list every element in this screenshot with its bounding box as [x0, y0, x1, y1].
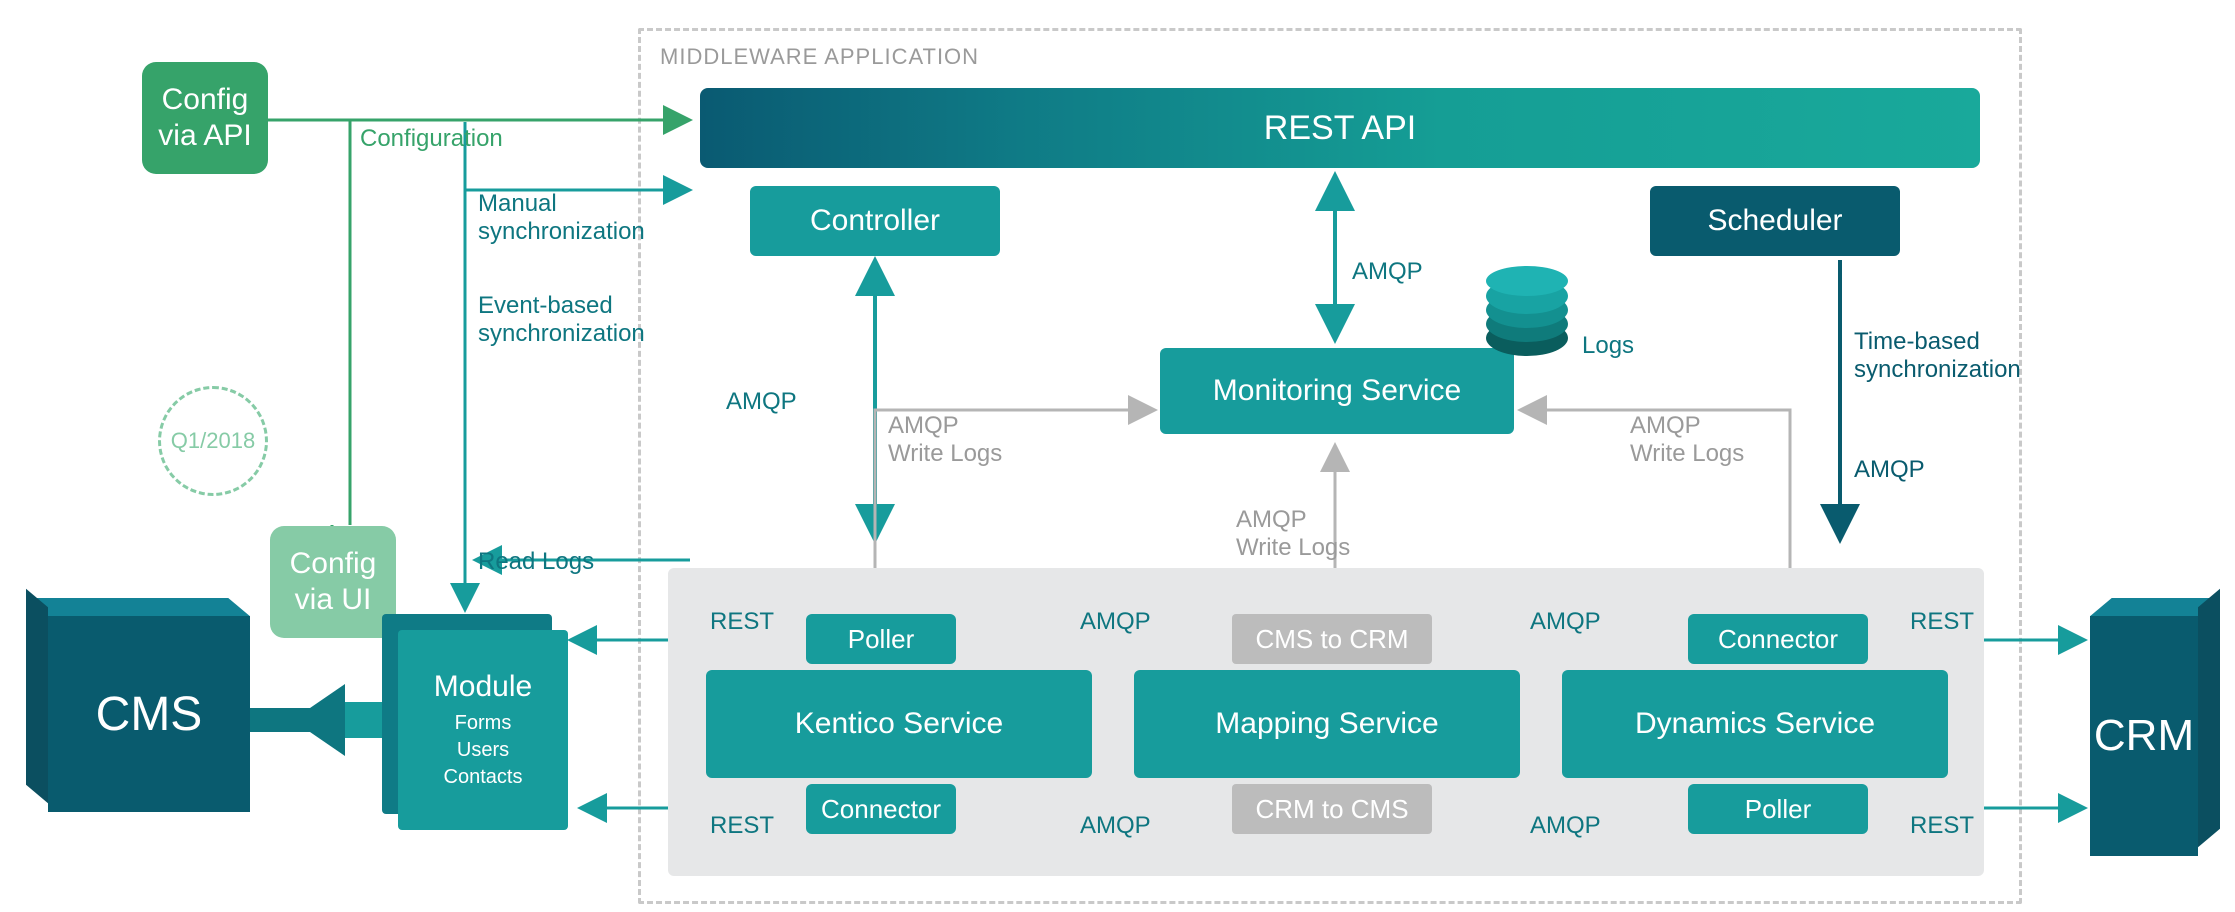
module-sub-forms: Forms [444, 710, 523, 737]
amqp-label-4: AMQP [1530, 812, 1601, 840]
event-sync-label: Event-based synchronization [478, 292, 645, 348]
dynamics-connector-label: Connector [1718, 624, 1838, 655]
kentico-connector-label: Connector [821, 794, 941, 825]
scheduler-box: Scheduler [1650, 186, 1900, 256]
dynamics-label: Dynamics Service [1635, 707, 1875, 741]
read-logs-label: Read Logs [478, 548, 594, 576]
config-api-label: Config via API [158, 82, 251, 154]
rest-api-label: REST API [1264, 109, 1416, 148]
cms-cube: CMS [48, 616, 250, 812]
module-title: Module [434, 670, 532, 704]
controller-box: Controller [750, 186, 1000, 256]
config-via-ui-box: Config via UI [270, 526, 396, 638]
config-ui-label: Config via UI [290, 546, 377, 618]
write-logs-right-label: AMQP Write Logs [1630, 412, 1744, 468]
q1-2018-label: Q1/2018 [171, 428, 255, 454]
rest-label-3: REST [710, 812, 774, 840]
amqp-monitoring-label: AMQP [1352, 258, 1423, 286]
amqp-label-1: AMQP [1080, 608, 1151, 636]
controller-label: Controller [810, 204, 940, 238]
cms-label: CMS [96, 687, 203, 742]
rest-label-1: REST [710, 608, 774, 636]
rest-label-4: REST [1910, 812, 1974, 840]
scheduler-label: Scheduler [1707, 204, 1842, 238]
rest-api-bar: REST API [700, 88, 1980, 168]
write-logs-left-label: AMQP Write Logs [888, 412, 1002, 468]
configuration-label: Configuration [360, 125, 503, 153]
config-via-api-box: Config via API [142, 62, 268, 174]
cms-to-crm-box: CMS to CRM [1232, 614, 1432, 664]
module-sub-users: Users [444, 737, 523, 764]
crm-cube: CRM [2090, 616, 2198, 856]
kentico-connector-box: Connector [806, 784, 956, 834]
amqp-label-2: AMQP [1530, 608, 1601, 636]
dynamics-poller-box: Poller [1688, 784, 1868, 834]
crm-label: CRM [2094, 711, 2194, 761]
crm-to-cms-box: CRM to CMS [1232, 784, 1432, 834]
module-box: Module Forms Users Contacts [398, 630, 568, 830]
logs-label: Logs [1582, 332, 1634, 360]
kentico-service-box: Kentico Service [706, 670, 1092, 778]
cms-module-connector-icon [250, 680, 400, 760]
kentico-label: Kentico Service [795, 707, 1003, 741]
crm-to-cms-label: CRM to CMS [1255, 794, 1408, 825]
q1-2018-badge: Q1/2018 [158, 386, 268, 496]
dynamics-connector-box: Connector [1688, 614, 1868, 664]
dynamics-service-box: Dynamics Service [1562, 670, 1948, 778]
rest-label-2: REST [1910, 608, 1974, 636]
mapping-label: Mapping Service [1215, 707, 1438, 741]
cms-to-crm-label: CMS to CRM [1255, 624, 1408, 655]
amqp-label-3: AMQP [1080, 812, 1151, 840]
monitoring-service-box: Monitoring Service [1160, 348, 1514, 434]
mapping-service-box: Mapping Service [1134, 670, 1520, 778]
manual-sync-label: Manual synchronization [478, 190, 645, 246]
kentico-poller-label: Poller [848, 624, 914, 655]
module-sub-contacts: Contacts [444, 764, 523, 791]
time-sync-label: Time-based synchronization [1854, 328, 2021, 384]
amqp-controller-label: AMQP [726, 388, 797, 416]
logs-database-icon [1486, 266, 1568, 356]
dynamics-poller-label: Poller [1745, 794, 1811, 825]
amqp-scheduler-label: AMQP [1854, 456, 1925, 484]
kentico-poller-box: Poller [806, 614, 956, 664]
monitoring-label: Monitoring Service [1213, 374, 1461, 408]
write-logs-center-label: AMQP Write Logs [1236, 506, 1350, 562]
